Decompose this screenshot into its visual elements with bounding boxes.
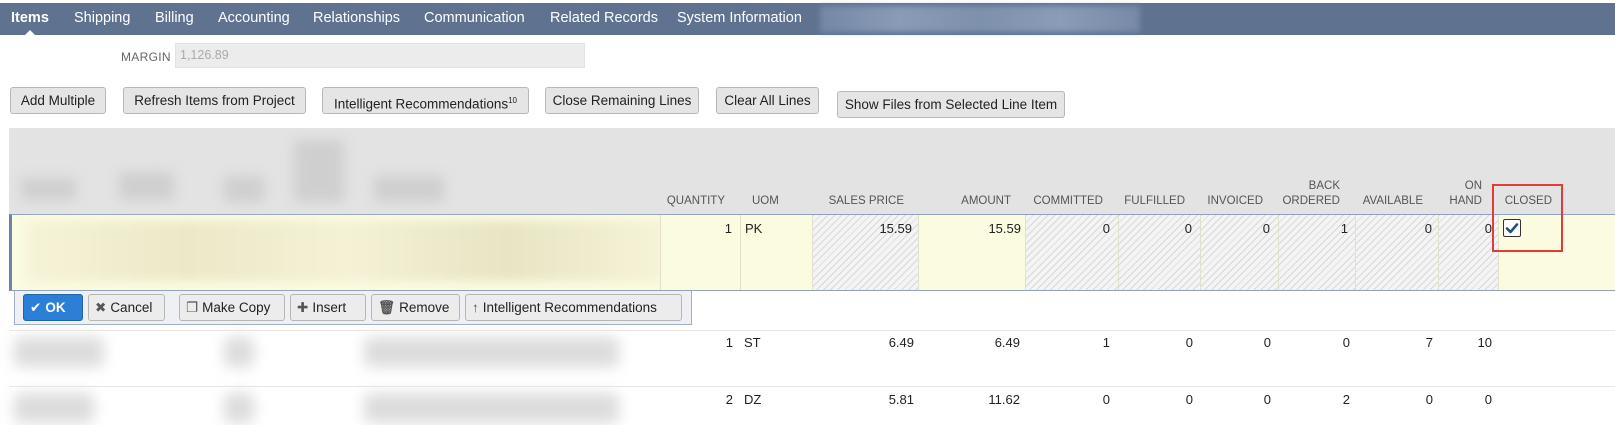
active-quantity: 1 [724,221,732,236]
col-amount[interactable]: AMOUNT [940,194,1011,208]
row2-uom: DZ [744,392,762,407]
row2-amount: 11.62 [988,392,1020,407]
row1-amount: 6.49 [994,335,1020,350]
redacted-cell [224,337,254,367]
tab-accounting[interactable]: Accounting [218,3,290,35]
active-back-ordered: 1 [1340,221,1348,236]
active-committed: 0 [1102,221,1110,236]
row1-available: 7 [1425,335,1433,350]
margin-label: MARGIN [121,50,171,64]
arrow-up-icon: ↑ [472,300,479,315]
row1-sales-price: 6.49 [888,335,914,350]
plus-icon: ✚ [297,300,309,315]
col-committed[interactable]: COMMITTED [1030,194,1103,208]
row2-back-ordered: 2 [1342,392,1350,407]
redacted-cell [14,337,104,367]
row1-back-ordered: 0 [1342,335,1350,350]
insert-label: Insert [312,300,347,315]
row2-committed: 0 [1102,392,1110,407]
col-quantity[interactable]: QUANTITY [660,194,725,208]
tab-relationships[interactable]: Relationships [313,3,400,35]
trash-icon: 🗑 [378,300,396,315]
line-action-toolbar: ✔ OK ✖ Cancel ❐ Make Copy ✚ Insert 🗑 Remove ↑… [14,291,692,325]
row1-quantity: 1 [725,335,733,350]
remove-button[interactable]: 🗑 Remove [371,294,460,321]
remove-label: Remove [399,300,450,315]
table-row[interactable] [9,330,1615,386]
col-uom[interactable]: UOM [752,194,781,208]
redacted-cell [224,393,254,423]
row2-fulfilled: 0 [1185,392,1193,407]
tab-related-records[interactable]: Related Records [550,3,658,35]
active-fulfilled: 0 [1184,221,1192,236]
clear-all-lines-button[interactable]: Clear All Lines [716,87,819,114]
tab-shipping[interactable]: Shipping [74,3,130,35]
table-row[interactable] [9,386,1615,425]
redacted-header [119,172,174,200]
redacted-tab-area [820,6,1140,32]
col-back-ordered-line1[interactable]: BACK [1280,179,1340,193]
redacted-cell [14,393,94,423]
redacted-header [374,176,444,202]
redacted-header [224,176,264,202]
col-available[interactable]: AVAILABLE [1360,194,1423,208]
refresh-items-button[interactable]: Refresh Items from Project [123,87,306,114]
tab-items[interactable]: Items [11,3,49,36]
check-icon: ✔ [30,300,42,315]
row1-on-hand: 10 [1477,335,1492,350]
row1-uom: ST [744,335,761,350]
cancel-label: Cancel [110,300,153,315]
cancel-button[interactable]: ✖ Cancel [88,294,165,321]
ok-label: OK [45,300,66,315]
redacted-cell [364,393,619,423]
col-invoiced[interactable]: INVOICED [1200,194,1263,208]
active-edit-row[interactable]: 1 PK 15.59 15.59 0 0 0 1 0 0 [9,214,1615,291]
close-remaining-lines-button[interactable]: Close Remaining Lines [545,87,699,114]
redacted-cell [364,337,619,367]
intelligent-line-label: Intelligent Recommendations [482,300,657,315]
intelligent-recommendations-button[interactable]: Intelligent Recommendations10 [322,87,529,114]
tab-communication[interactable]: Communication [424,3,525,35]
copy-icon: ❐ [186,300,199,315]
active-sales-price: 15.59 [879,221,912,236]
row1-invoiced: 0 [1263,335,1271,350]
tab-system-information[interactable]: System Information [677,3,802,35]
close-icon: ✖ [95,300,107,315]
col-back-ordered-line2[interactable]: ORDERED [1280,194,1340,208]
intelligent-recommendations-line-button[interactable]: ↑ Intelligent Recommendations [465,294,682,321]
row2-on-hand: 0 [1484,392,1492,407]
row2-invoiced: 0 [1263,392,1271,407]
active-uom: PK [745,221,763,236]
ok-button[interactable]: ✔ OK [23,294,83,321]
intelligent-recommendations-label: Intelligent Recommendations [333,96,509,112]
col-on-hand-line1[interactable]: ON [1440,179,1482,193]
col-fulfilled[interactable]: FULFILLED [1120,194,1185,208]
margin-field: 1,126.89 [175,43,585,68]
make-copy-label: Make Copy [202,300,271,315]
subtab-bar: Items Shipping Billing Accounting Relati… [0,3,1615,36]
active-invoiced: 0 [1262,221,1270,236]
make-copy-button[interactable]: ❐ Make Copy [179,294,285,321]
highlight-box [1492,184,1563,252]
active-on-hand: 0 [1484,221,1492,236]
row2-available: 0 [1425,392,1433,407]
col-sales-price[interactable]: SALES PRICE [820,194,904,208]
show-files-button[interactable]: Show Files from Selected Line Item [837,91,1065,118]
row2-quantity: 2 [725,392,733,407]
redacted-header [21,178,76,200]
insert-button[interactable]: ✚ Insert [290,294,366,321]
intelligent-count: 10 [508,96,517,105]
active-available: 0 [1424,221,1432,236]
redacted-header [294,140,344,202]
active-amount: 15.59 [988,221,1021,236]
redacted-item-cells [26,221,666,281]
row1-committed: 1 [1102,335,1110,350]
row2-sales-price: 5.81 [888,392,914,407]
tab-billing[interactable]: Billing [155,3,194,35]
row1-fulfilled: 0 [1185,335,1193,350]
col-on-hand-line2[interactable]: HAND [1440,194,1482,208]
add-multiple-button[interactable]: Add Multiple [10,87,106,114]
